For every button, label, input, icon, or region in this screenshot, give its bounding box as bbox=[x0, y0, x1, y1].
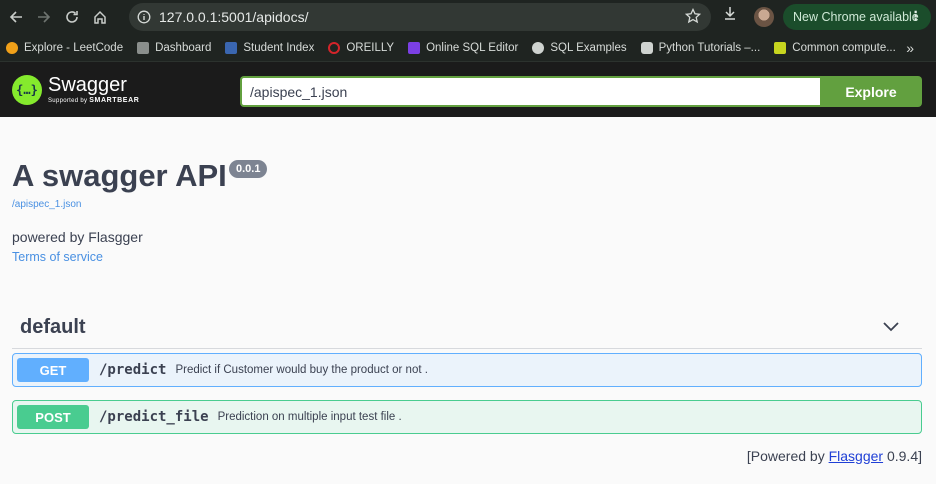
operation-summary: Prediction on multiple input test file . bbox=[217, 411, 402, 423]
oreilly-icon bbox=[328, 41, 341, 54]
bookmark-sql-editor[interactable]: Online SQL Editor bbox=[408, 41, 518, 54]
operation-path: /predict bbox=[99, 362, 167, 378]
operation-summary: Predict if Customer would buy the produc… bbox=[175, 364, 428, 376]
bookmark-python-tutorials[interactable]: Python Tutorials –... bbox=[640, 41, 760, 54]
swagger-logo-title: Swagger bbox=[48, 74, 127, 96]
tag-header-default[interactable]: default bbox=[12, 306, 922, 349]
url-text[interactable]: 127.0.0.1:5001/apidocs/ bbox=[159, 9, 308, 25]
powered-by-footer: [Powered by Flasgger 0.9.4] bbox=[746, 448, 922, 464]
operation-post-predict-file[interactable]: POST /predict_file Prediction on multipl… bbox=[12, 400, 922, 434]
bookmarks-bar: Explore - LeetCode Dashboard Student Ind… bbox=[0, 34, 936, 62]
dashboard-icon bbox=[137, 41, 150, 54]
new-chrome-button[interactable]: New Chrome available ⋮ bbox=[783, 4, 931, 30]
python-icon bbox=[640, 41, 653, 54]
method-badge-post: POST bbox=[17, 405, 89, 429]
swagger-logo[interactable]: {…} Swagger Supported by SMARTBEAR bbox=[12, 75, 139, 105]
reload-icon bbox=[66, 11, 78, 23]
sql-editor-icon bbox=[408, 41, 421, 54]
tag-name: default bbox=[20, 316, 86, 338]
common-compute-icon bbox=[774, 41, 787, 54]
operation-get-predict[interactable]: GET /predict Predict if Customer would b… bbox=[12, 353, 922, 387]
method-badge-get: GET bbox=[17, 358, 89, 382]
address-bar[interactable]: 127.0.0.1:5001/apidocs/ bbox=[129, 3, 711, 31]
more-vert-icon[interactable]: ⋮ bbox=[910, 8, 923, 23]
browser-toolbar: 127.0.0.1:5001/apidocs/ New Chrome avail… bbox=[0, 0, 936, 34]
student-index-icon bbox=[225, 41, 238, 54]
swagger-braces-icon: {…} bbox=[12, 75, 42, 105]
arrow-right-icon bbox=[38, 11, 51, 23]
bookmark-dashboard[interactable]: Dashboard bbox=[137, 41, 211, 54]
chevron-down-icon[interactable] bbox=[882, 320, 900, 338]
forward-button[interactable] bbox=[30, 3, 58, 31]
operation-path: /predict_file bbox=[99, 409, 209, 425]
site-info-icon[interactable] bbox=[129, 10, 159, 24]
home-icon bbox=[94, 10, 106, 24]
new-chrome-label: New Chrome available bbox=[793, 10, 919, 24]
page-title: A swagger API bbox=[12, 158, 227, 193]
flasgger-link[interactable]: Flasgger bbox=[829, 448, 883, 464]
bookmark-oreilly[interactable]: OREILLY bbox=[328, 41, 394, 54]
spec-link[interactable]: /apispec_1.json bbox=[12, 199, 82, 210]
bookmark-leetcode[interactable]: Explore - LeetCode bbox=[6, 41, 123, 54]
reload-button[interactable] bbox=[58, 3, 86, 31]
explore-button[interactable]: Explore bbox=[820, 76, 922, 107]
home-button[interactable] bbox=[86, 3, 114, 31]
profile-avatar[interactable] bbox=[754, 7, 774, 27]
swagger-topbar: {…} Swagger Supported by SMARTBEAR Explo… bbox=[0, 62, 936, 117]
bookmark-star-icon[interactable] bbox=[684, 7, 702, 29]
bookmark-student-index[interactable]: Student Index bbox=[225, 41, 314, 54]
arrow-left-icon bbox=[9, 11, 22, 23]
api-description: powered by Flasgger bbox=[12, 229, 143, 245]
download-icon[interactable] bbox=[722, 5, 738, 26]
bookmark-sql-examples[interactable]: SQL Examples bbox=[532, 41, 627, 54]
spec-url-input[interactable] bbox=[240, 76, 820, 107]
version-badge: 0.0.1 bbox=[229, 160, 268, 178]
chevron-double-right-icon[interactable]: » bbox=[906, 40, 914, 56]
swagger-logo-subtitle: Supported by SMARTBEAR bbox=[48, 97, 140, 104]
back-button[interactable] bbox=[2, 3, 30, 31]
leetcode-icon bbox=[6, 41, 18, 54]
bookmark-common-compute[interactable]: Common compute... bbox=[774, 41, 896, 54]
terms-of-service-link[interactable]: Terms of service bbox=[12, 250, 103, 264]
globe-icon bbox=[532, 41, 545, 54]
